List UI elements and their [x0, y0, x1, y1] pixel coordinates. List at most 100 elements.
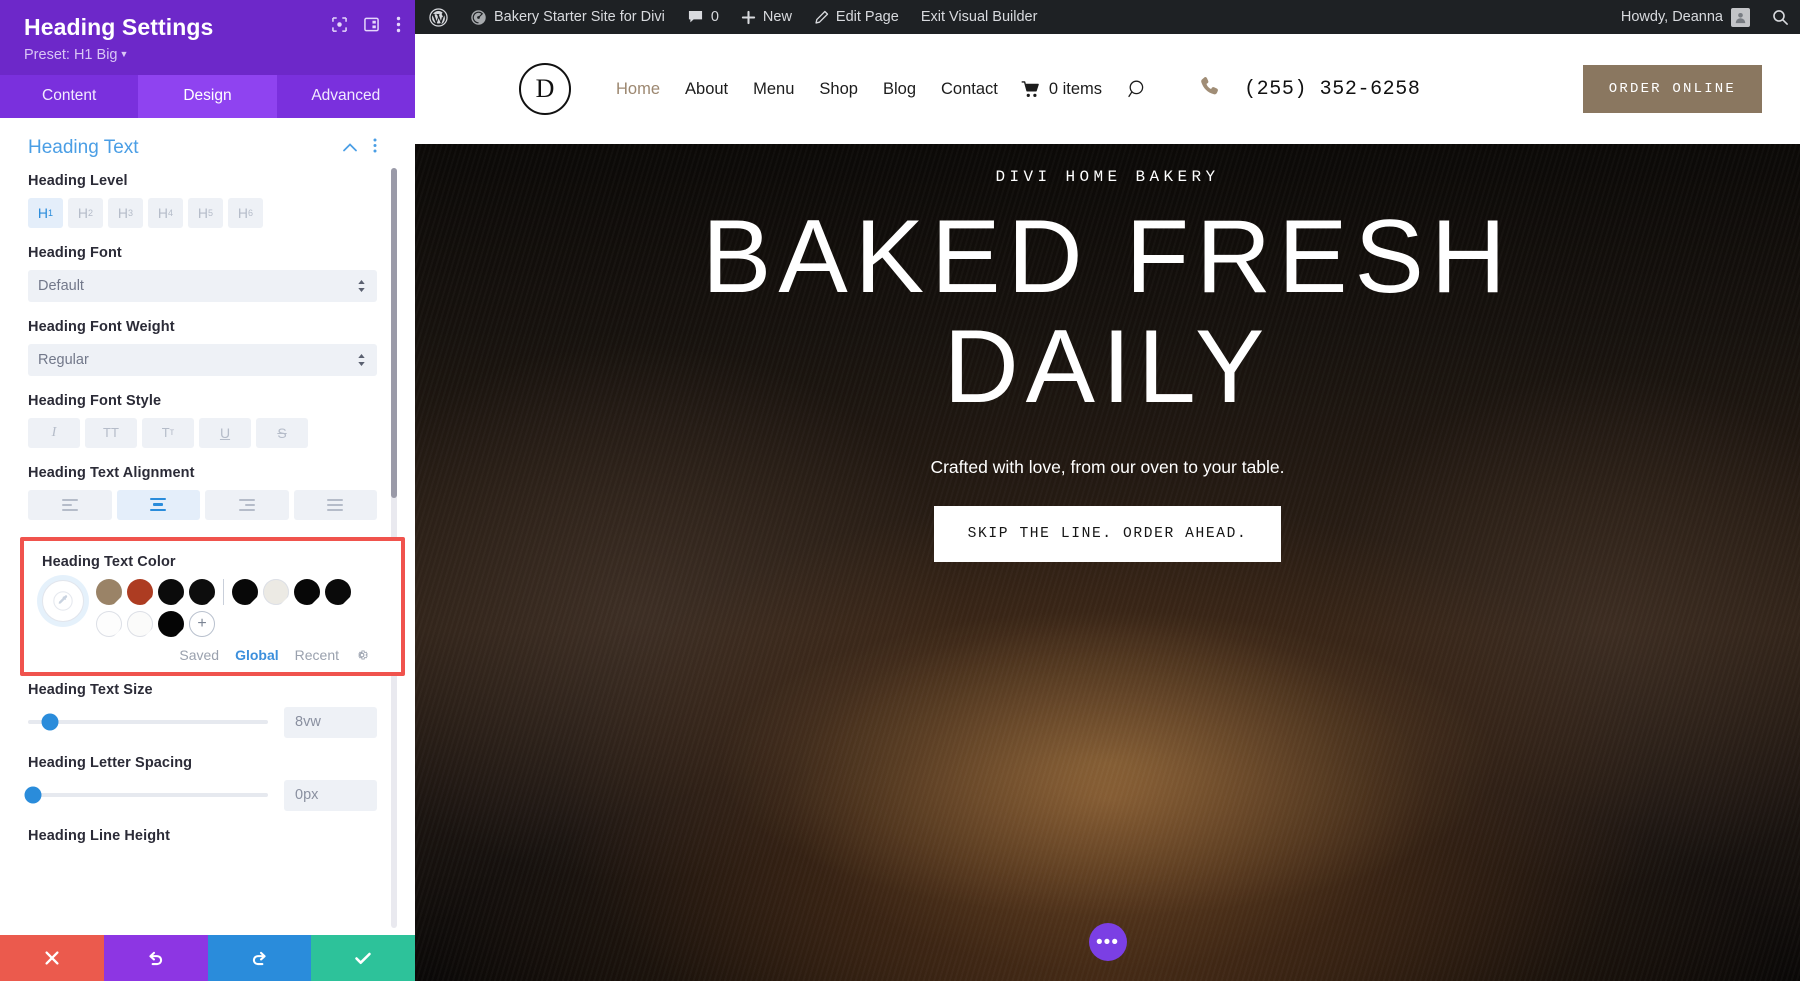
color-swatch-white-1[interactable]: [96, 610, 122, 637]
color-swatch-black-3[interactable]: [232, 578, 258, 605]
nav-item-home[interactable]: Home: [616, 80, 660, 99]
align-right-button[interactable]: [205, 489, 289, 520]
font-style-italic-button[interactable]: I: [28, 417, 80, 448]
kebab-menu-icon[interactable]: [396, 16, 401, 33]
slider-knob[interactable]: [41, 713, 59, 731]
heading-level-h2[interactable]: H2: [68, 197, 103, 228]
gear-icon[interactable]: [355, 648, 369, 662]
section-title: Heading Text: [28, 136, 139, 158]
nav-item-contact[interactable]: Contact: [941, 80, 998, 99]
heading-text-size-label: Heading Text Size: [28, 681, 153, 698]
heading-font-weight-select[interactable]: Regular: [28, 343, 377, 376]
nav-item-menu[interactable]: Menu: [753, 80, 794, 99]
site-logo[interactable]: D: [519, 63, 571, 115]
comments-item[interactable]: 0: [676, 0, 730, 34]
cancel-button[interactable]: [0, 935, 104, 981]
site-preview: Bakery Starter Site for Divi 0 New Edit …: [415, 0, 1800, 981]
font-style-underline-button[interactable]: U: [199, 417, 251, 448]
layout-columns-icon[interactable]: [364, 17, 379, 32]
hero-title: BAKED FRESH DAILY: [415, 202, 1800, 426]
section-heading-text[interactable]: Heading Text: [28, 118, 377, 173]
screen-root: Heading Settings Preset: H1 Big ▼ Content…: [0, 0, 1800, 981]
account-item[interactable]: Howdy, Deanna: [1610, 0, 1761, 34]
nav-item-blog[interactable]: Blog: [883, 80, 916, 99]
heading-letter-spacing-slider[interactable]: [24, 786, 268, 804]
font-style-smallcaps-button[interactable]: Tт: [142, 417, 194, 448]
align-center-button[interactable]: [116, 489, 200, 520]
tab-content[interactable]: Content: [0, 74, 139, 118]
hero-content: DIVI HOME BAKERY BAKED FRESH DAILY Craft…: [415, 144, 1800, 563]
dashboard-icon: [471, 9, 486, 25]
wordpress-logo-icon[interactable]: [429, 0, 459, 34]
phone-group[interactable]: (255) 352-6258: [1198, 74, 1420, 105]
slider-knob[interactable]: [24, 786, 42, 804]
save-button[interactable]: [311, 935, 415, 981]
panel-body: Heading Text Heading Level H1 H 2 H 3 H …: [0, 117, 415, 935]
color-swatch-black-5[interactable]: [325, 578, 351, 605]
color-swatch-black-6[interactable]: [158, 610, 184, 637]
color-swatch-black-2[interactable]: [189, 578, 215, 605]
color-tab-global[interactable]: Global: [235, 647, 279, 663]
redo-button[interactable]: [207, 935, 312, 981]
tab-advanced[interactable]: Advanced: [276, 74, 415, 118]
heading-letter-spacing-input[interactable]: 0px: [284, 779, 377, 811]
field-heading-font: Heading Font Default: [28, 245, 377, 302]
field-heading-level: Heading Level H1 H2 H3 H4 H5 H6: [28, 173, 377, 228]
add-color-button[interactable]: +: [189, 610, 215, 637]
scrollbar-thumb[interactable]: [391, 167, 397, 498]
hero-title-line-2: DAILY: [943, 309, 1272, 426]
heading-level-h3[interactable]: H3: [108, 197, 143, 228]
site-search-icon[interactable]: [1128, 79, 1148, 99]
color-swatch-rust[interactable]: [127, 578, 153, 605]
align-left-button[interactable]: [28, 489, 112, 520]
tab-design[interactable]: Design: [138, 74, 277, 118]
hero-cta-button[interactable]: SKIP THE LINE. ORDER AHEAD.: [933, 506, 1282, 563]
color-swatch-black-1[interactable]: [158, 578, 184, 605]
panel-header: Heading Settings Preset: H1 Big ▼: [0, 0, 415, 75]
align-left-icon: [61, 498, 78, 511]
color-tab-saved[interactable]: Saved: [179, 647, 219, 663]
font-style-uppercase-button[interactable]: TT: [85, 417, 137, 448]
search-icon[interactable]: [1761, 0, 1800, 34]
heading-font-select[interactable]: Default: [28, 269, 377, 302]
field-heading-text-alignment: Heading Text Alignment: [28, 465, 377, 520]
color-swatch-tan[interactable]: [96, 578, 122, 605]
order-online-button[interactable]: ORDER ONLINE: [1582, 65, 1762, 113]
ellipsis-icon[interactable]: •••: [1088, 923, 1127, 961]
field-heading-line-height: Heading Line Height: [28, 828, 377, 844]
heading-level-h6[interactable]: H6: [228, 197, 263, 228]
color-tab-recent[interactable]: Recent: [295, 647, 339, 663]
font-style-strikethrough-button[interactable]: S: [256, 417, 308, 448]
nav-item-shop[interactable]: Shop: [819, 80, 858, 99]
new-label: New: [762, 9, 792, 25]
heading-text-size-input[interactable]: 8vw: [284, 706, 377, 738]
panel-preset-selector[interactable]: Preset: H1 Big ▼: [24, 47, 395, 63]
eyedropper-icon[interactable]: [42, 579, 84, 622]
focus-target-icon[interactable]: [332, 17, 347, 32]
align-justify-button[interactable]: [293, 489, 377, 520]
undo-button[interactable]: [103, 935, 208, 981]
edit-page-item[interactable]: Edit Page: [803, 0, 910, 34]
cart-link[interactable]: 0 items: [1021, 80, 1102, 99]
nav-item-about[interactable]: About: [685, 80, 728, 99]
kebab-menu-icon[interactable]: [373, 138, 377, 158]
hero-section: DIVI HOME BAKERY BAKED FRESH DAILY Craft…: [415, 144, 1800, 981]
wordpress-admin-bar: Bakery Starter Site for Divi 0 New Edit …: [415, 0, 1800, 34]
chevron-up-icon[interactable]: [343, 139, 357, 157]
heading-level-h5[interactable]: H5: [188, 197, 223, 228]
new-item[interactable]: New: [730, 0, 803, 34]
exit-visual-builder-item[interactable]: Exit Visual Builder: [910, 0, 1049, 34]
heading-level-options: H1 H2 H3 H4 H5 H6: [28, 197, 377, 228]
color-swatch-black-4[interactable]: [294, 578, 320, 605]
color-swatch-white-2[interactable]: [127, 610, 153, 637]
heading-level-h1[interactable]: H1: [28, 197, 63, 228]
site-name-item[interactable]: Bakery Starter Site for Divi: [459, 0, 676, 34]
heading-text-size-slider[interactable]: [28, 713, 268, 731]
redo-icon: [252, 951, 266, 965]
exit-visual-builder-label: Exit Visual Builder: [920, 9, 1038, 25]
heading-text-alignment-options: [28, 489, 377, 520]
heading-level-h4[interactable]: H4: [148, 197, 183, 228]
heading-font-label: Heading Font: [28, 244, 122, 261]
close-icon: [45, 951, 59, 965]
color-swatch-cream[interactable]: [263, 578, 289, 605]
